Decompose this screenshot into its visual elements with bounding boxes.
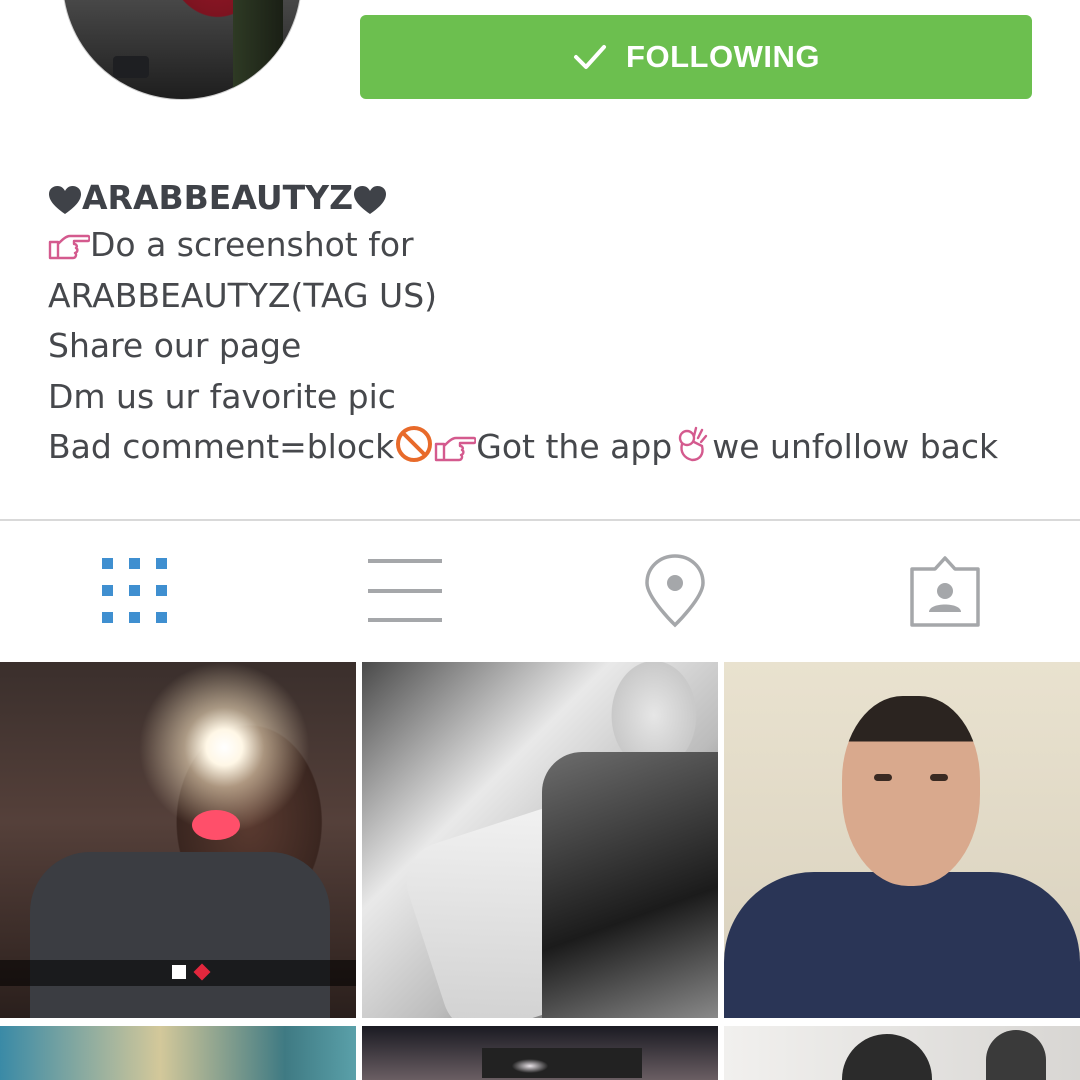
profile-name: ARABBEAUTYZ <box>48 176 1048 220</box>
photo-detail <box>172 965 186 979</box>
grid-icon <box>102 558 167 623</box>
following-button[interactable]: FOLLOWING <box>360 15 1032 99</box>
photo-thumbnail[interactable] <box>362 662 718 1018</box>
photo-thumbnail[interactable] <box>362 1026 718 1080</box>
pointing-hand-icon <box>48 234 90 260</box>
bio-line: Bad comment=block Got the app we unfollow … <box>48 422 1048 473</box>
location-pin-icon <box>645 554 705 628</box>
following-label: FOLLOWING <box>626 39 820 74</box>
pointing-hand-icon <box>435 436 477 462</box>
avatar-hair <box>233 0 283 99</box>
tab-map-view[interactable] <box>540 521 810 661</box>
profile-avatar[interactable] <box>62 0 302 100</box>
no-entry-icon <box>396 426 433 462</box>
ok-hand-icon <box>679 426 708 462</box>
bio-line: Share our page <box>48 326 302 365</box>
heart-icon <box>354 186 386 214</box>
photo-detail <box>30 852 330 1018</box>
photo-thumbnail[interactable] <box>0 1026 356 1080</box>
photo-detail <box>874 774 892 781</box>
profile-bio: ARABBEAUTYZ Do a screenshot for ARABBEAU… <box>48 176 1048 473</box>
photo-thumbnail[interactable] <box>724 662 1080 1018</box>
photo-detail <box>842 1034 932 1080</box>
list-icon <box>368 559 442 622</box>
tab-list-view[interactable] <box>270 521 540 661</box>
photo-detail <box>482 1048 642 1078</box>
heart-icon <box>49 186 81 214</box>
checkmark-icon <box>574 45 607 69</box>
bio-text: Got the app <box>476 427 673 466</box>
photo-thumbnail[interactable] <box>724 1026 1080 1080</box>
tab-tagged-photos[interactable] <box>810 521 1080 661</box>
bio-text: we unfollow back <box>712 427 999 466</box>
profile-name-text: ARABBEAUTYZ <box>82 178 353 217</box>
photo-detail <box>986 1030 1046 1080</box>
photo-thumbnail[interactable] <box>0 662 356 1018</box>
photo-detail <box>542 752 718 1018</box>
bio-line-text: Do a screenshot for <box>90 225 414 264</box>
photo-detail <box>192 810 240 840</box>
photo-grid <box>0 662 1080 1080</box>
tab-grid-view[interactable] <box>0 521 270 661</box>
profile-tab-bar <box>0 521 1080 661</box>
bio-text: Bad comment=block <box>48 427 395 466</box>
avatar-object <box>113 56 149 78</box>
photo-detail <box>930 774 948 781</box>
bio-line: Do a screenshot for <box>48 220 1048 271</box>
photo-detail <box>842 696 980 886</box>
bio-line: Dm us ur favorite pic <box>48 376 396 416</box>
tagged-person-icon <box>910 556 980 627</box>
bio-line: ARABBEAUTYZ(TAG US) <box>48 275 438 315</box>
photo-detail <box>724 872 1080 1018</box>
